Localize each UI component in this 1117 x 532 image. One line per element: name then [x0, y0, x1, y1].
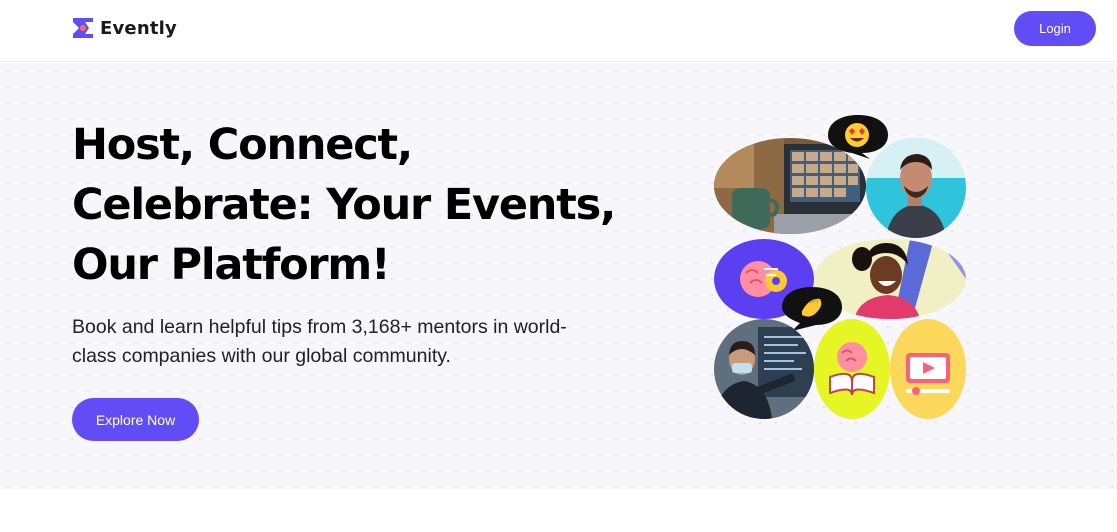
hero-title: Host, Connect, Celebrate: Your Events, O…	[72, 120, 616, 290]
login-button[interactable]: Login	[1014, 11, 1096, 46]
navbar: Evently Login	[0, 0, 1117, 62]
man-smiling-photo	[866, 138, 966, 238]
brain-book-icon	[814, 319, 890, 419]
explore-now-button[interactable]: Explore Now	[72, 398, 199, 441]
hero-subtitle: Book and learn helpful tips from 3,168+ …	[72, 316, 567, 367]
brand-logo[interactable]: Evently	[72, 17, 177, 39]
hero-image-collage	[700, 103, 990, 423]
evently-logo-icon	[72, 17, 94, 39]
brand-name: Evently	[100, 17, 177, 39]
hero-section: Host, Connect, Celebrate: Your Events, O…	[0, 63, 1117, 489]
page-bottom-area	[0, 489, 1117, 532]
man-presenting-photo	[714, 319, 814, 419]
video-player-icon	[890, 319, 966, 419]
